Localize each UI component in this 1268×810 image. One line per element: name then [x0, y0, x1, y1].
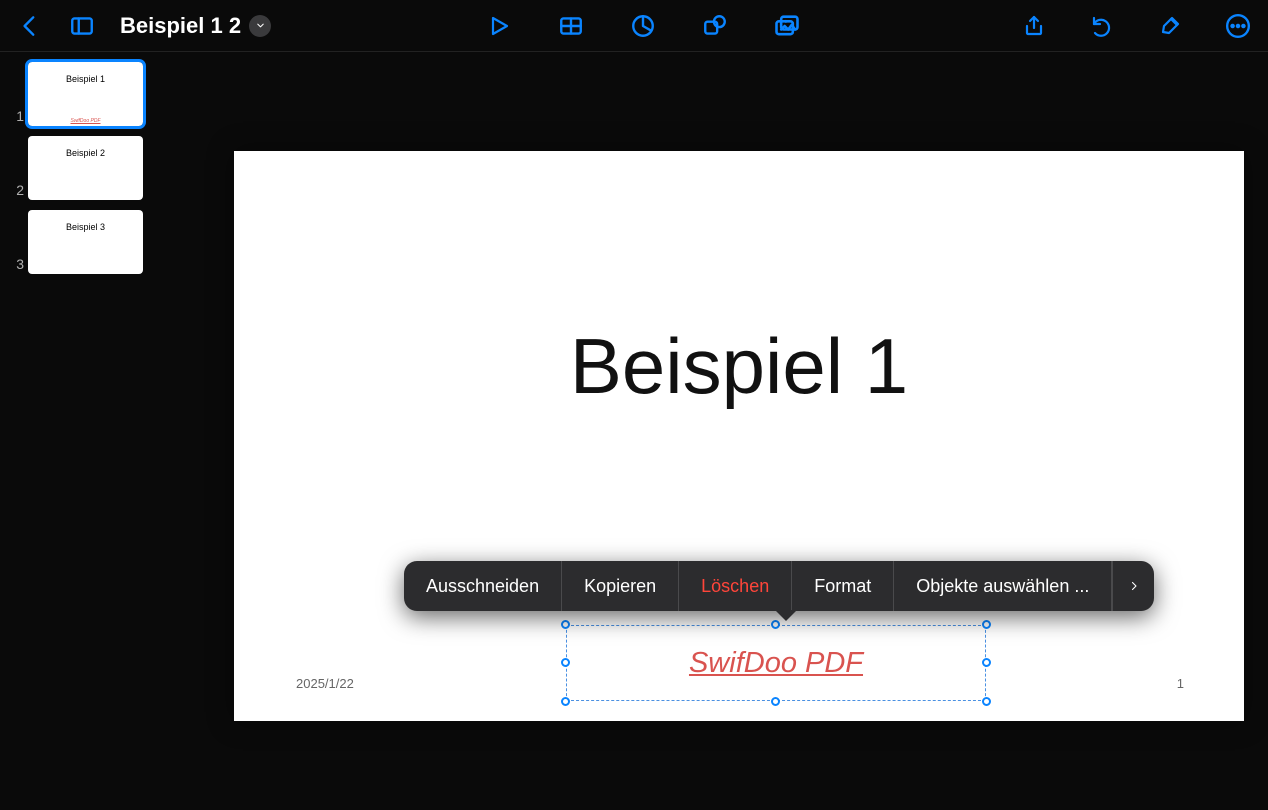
media-button[interactable]	[767, 6, 807, 46]
thumbnail-row[interactable]: 3 Beispiel 3	[6, 210, 164, 274]
format-brush-button[interactable]	[1150, 6, 1190, 46]
canvas: Beispiel 1 2025/1/22 1 SwifDoo PDF	[170, 52, 1268, 810]
thumbnail-hyperlink: SwifDoo PDF	[70, 118, 100, 124]
more-button[interactable]	[1218, 6, 1258, 46]
share-button[interactable]	[1014, 6, 1054, 46]
thumbnail-title: Beispiel 3	[66, 222, 105, 232]
context-menu-cut[interactable]: Ausschneiden	[404, 561, 562, 611]
thumbnail-slide-3[interactable]: Beispiel 3	[28, 210, 143, 274]
selected-textbox[interactable]: SwifDoo PDF	[566, 625, 986, 701]
thumbnail-slide-2[interactable]: Beispiel 2	[28, 136, 143, 200]
thumbnail-title: Beispiel 1	[66, 74, 105, 84]
sidebar-toggle-button[interactable]	[62, 6, 102, 46]
context-menu-format[interactable]: Format	[792, 561, 894, 611]
thumbnail-number: 1	[6, 108, 24, 126]
slide-number-footer: 1	[1177, 676, 1184, 691]
slide-date-footer: 2025/1/22	[296, 676, 354, 691]
context-menu-more-icon[interactable]	[1112, 561, 1154, 611]
shapes-button[interactable]	[695, 6, 735, 46]
slide-title[interactable]: Beispiel 1	[234, 321, 1244, 412]
table-button[interactable]	[551, 6, 591, 46]
toolbar-center	[271, 6, 1014, 46]
toolbar: Beispiel 1 2	[0, 0, 1268, 52]
thumbnail-number: 2	[6, 182, 24, 200]
context-menu-copy[interactable]: Kopieren	[562, 561, 679, 611]
body: 1 Beispiel 1 SwifDoo PDF 2 Beispiel 2 3 …	[0, 52, 1268, 810]
toolbar-left: Beispiel 1 2	[10, 6, 271, 46]
context-menu: Ausschneiden Kopieren Löschen Format Obj…	[404, 561, 1154, 611]
chevron-down-icon[interactable]	[249, 15, 271, 37]
thumbnail-number: 3	[6, 256, 24, 274]
back-button[interactable]	[10, 6, 50, 46]
thumbnail-row[interactable]: 2 Beispiel 2	[6, 136, 164, 200]
context-menu-select-objects[interactable]: Objekte auswählen ...	[894, 561, 1112, 611]
context-menu-delete[interactable]: Löschen	[679, 561, 792, 611]
slide-hyperlink-text[interactable]: SwifDoo PDF	[566, 625, 986, 701]
slide-thumbnails-panel: 1 Beispiel 1 SwifDoo PDF 2 Beispiel 2 3 …	[0, 52, 170, 810]
thumbnail-row[interactable]: 1 Beispiel 1 SwifDoo PDF	[6, 62, 164, 126]
document-title-area[interactable]: Beispiel 1 2	[120, 13, 271, 39]
thumbnail-slide-1[interactable]: Beispiel 1 SwifDoo PDF	[28, 62, 143, 126]
app: Beispiel 1 2	[0, 0, 1268, 810]
undo-button[interactable]	[1082, 6, 1122, 46]
slide[interactable]: Beispiel 1 2025/1/22 1 SwifDoo PDF	[234, 151, 1244, 721]
toolbar-right	[1014, 6, 1258, 46]
chart-button[interactable]	[623, 6, 663, 46]
play-button[interactable]	[479, 6, 519, 46]
document-title: Beispiel 1 2	[120, 13, 241, 39]
thumbnail-title: Beispiel 2	[66, 148, 105, 158]
